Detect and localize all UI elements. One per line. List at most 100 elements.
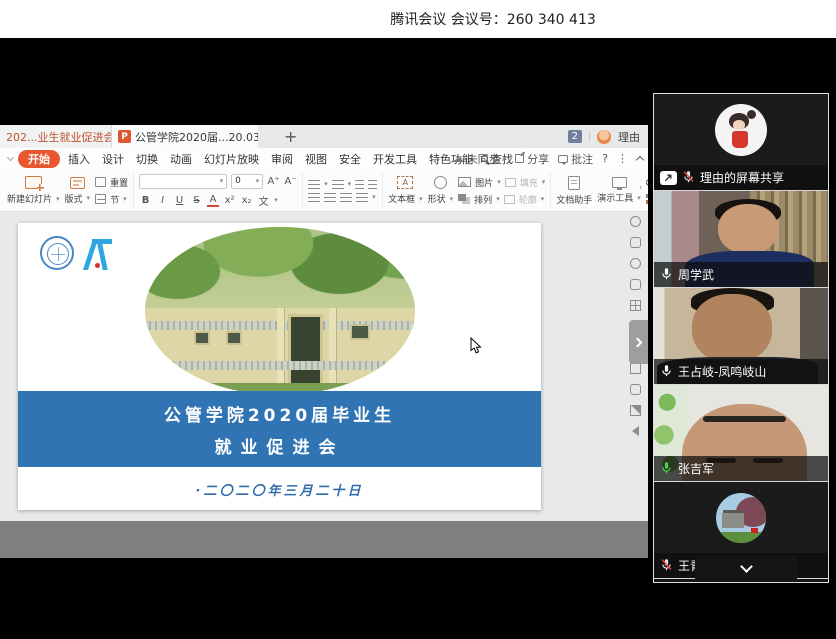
bold-button[interactable]: B xyxy=(139,195,152,206)
panel-image-icon[interactable] xyxy=(630,405,641,416)
strikethrough-button[interactable]: S xyxy=(190,195,203,206)
italic-button[interactable]: I xyxy=(156,195,169,206)
panel-settings-icon[interactable] xyxy=(630,216,641,227)
ribbon-scroll-right[interactable]: › xyxy=(639,183,647,197)
slide-date: ·二〇二〇年三月二十日 xyxy=(18,480,541,499)
font-family-select[interactable]: ▾ xyxy=(139,174,227,189)
participant-name-bar: 张吉军 xyxy=(654,456,828,481)
slide: 公管学院2020届毕业生 就业促进会 ·二〇二〇年三月二十日 xyxy=(18,223,541,510)
panel-design-icon[interactable] xyxy=(630,300,641,311)
arrange-button[interactable]: 排列▾ xyxy=(458,193,500,206)
menu-home[interactable]: 开始 xyxy=(18,150,60,168)
mic-on-icon xyxy=(660,267,673,283)
panel-stickers-icon[interactable] xyxy=(630,258,641,269)
menu-slideshow[interactable]: 幻灯片放映 xyxy=(198,151,265,167)
mic-active-icon xyxy=(660,461,673,477)
picture-icon xyxy=(458,177,471,187)
avatar[interactable] xyxy=(597,130,611,144)
wps-shared-window: 202...业生就业促进会 × P 公管学院2020届...20.03.20） … xyxy=(0,125,648,558)
panel-stamp-icon[interactable] xyxy=(630,279,641,290)
increase-font-button[interactable]: A⁺ xyxy=(267,176,280,187)
section-icon xyxy=(95,194,106,204)
decrease-font-button[interactable]: A⁻ xyxy=(284,176,297,187)
participant-tile-video[interactable]: 周学武 xyxy=(654,191,828,288)
share-button[interactable]: 分享 xyxy=(515,151,549,167)
align-right-icon[interactable] xyxy=(340,193,352,202)
menu-design[interactable]: 设计 xyxy=(96,151,130,167)
subscript-button[interactable]: x₂ xyxy=(240,195,253,206)
text-box-button[interactable]: A 文本框▾ xyxy=(388,176,423,205)
sync-status[interactable]: ☁ 未同步 ▾ xyxy=(453,151,507,167)
help-button[interactable]: ? xyxy=(602,152,608,165)
chevron-down-icon[interactable] xyxy=(7,154,14,161)
fill-button[interactable]: 填充▾ xyxy=(505,176,546,189)
participant-tile-video[interactable]: 王占岐-凤鸣岐山 xyxy=(654,288,828,385)
justify-icon[interactable] xyxy=(356,193,368,202)
new-tab-button[interactable]: + xyxy=(284,129,297,145)
participants-panel: 理由的屏幕共享 周学武 xyxy=(653,93,829,583)
text-effects-button[interactable]: 文 xyxy=(257,193,270,208)
font-size-select[interactable]: 0▾ xyxy=(231,174,263,189)
expand-panel-arrow[interactable] xyxy=(629,320,648,364)
panel-export-icon[interactable] xyxy=(630,363,641,374)
fill-icon xyxy=(505,178,516,187)
bullet-list-icon[interactable] xyxy=(308,180,320,189)
align-center-icon[interactable] xyxy=(324,193,336,202)
account-name[interactable]: 理由 xyxy=(618,129,640,145)
participant-tile-screen-share[interactable]: 理由的屏幕共享 xyxy=(654,94,828,191)
collapse-ribbon-button[interactable] xyxy=(636,155,644,163)
panel-audio-icon[interactable] xyxy=(632,426,639,436)
meeting-title: 腾讯会议 会议号：260 340 413 xyxy=(390,9,596,29)
menu-transition[interactable]: 切换 xyxy=(130,151,164,167)
new-slide-button[interactable]: 新建幻灯片▾ xyxy=(7,176,60,205)
tab-label: 202...业生就业促进会 xyxy=(6,129,112,145)
menu-devtools[interactable]: 开发工具 xyxy=(367,151,423,167)
numbered-list-icon[interactable] xyxy=(332,180,344,189)
caret-down-icon: ▾ xyxy=(503,155,507,163)
doc-assistant-button[interactable]: 文档助手 xyxy=(556,176,592,206)
present-tools-button[interactable]: 演示工具▾ xyxy=(597,177,641,204)
collapse-video-panel-button[interactable] xyxy=(695,556,797,581)
mic-muted-icon xyxy=(660,558,673,574)
menu-review[interactable]: 审阅 xyxy=(265,151,299,167)
document-tab-active[interactable]: P 公管学院2020届...20.03.20） xyxy=(112,125,258,148)
layout-button[interactable]: 版式▾ xyxy=(65,177,91,205)
outline-button[interactable]: 轮廓▾ xyxy=(504,193,545,206)
participant-tile-video[interactable]: 张吉军 xyxy=(654,385,828,482)
menu-view[interactable]: 视图 xyxy=(299,151,333,167)
chevron-down-icon xyxy=(740,560,753,573)
more-menu-button[interactable]: ⋮ xyxy=(617,152,628,165)
shapes-button[interactable]: 形状▾ xyxy=(428,176,454,205)
outline-icon xyxy=(504,195,515,204)
ribbon-group-font: ▾ 0▾ A⁺ A⁻ B I U S A x² x₂ xyxy=(134,172,303,209)
increase-indent-icon[interactable] xyxy=(368,180,377,189)
menu-animation[interactable]: 动画 xyxy=(164,151,198,167)
new-slide-icon xyxy=(25,176,42,189)
document-tab-previous[interactable]: 202...业生就业促进会 × xyxy=(0,125,112,148)
ribbon-group-slides: 新建幻灯片▾ 版式▾ 重置 节 ▾ xyxy=(2,172,134,209)
wps-presentation-icon: P xyxy=(118,130,131,143)
section-button[interactable]: 节 ▾ xyxy=(95,193,128,206)
participant-name-bar: 周学武 xyxy=(654,262,828,287)
college-logo xyxy=(84,238,114,271)
reset-button[interactable]: 重置 xyxy=(95,176,128,189)
panel-comment-icon[interactable] xyxy=(630,384,641,395)
panel-pages-icon[interactable] xyxy=(630,237,641,248)
menu-insert[interactable]: 插入 xyxy=(62,151,96,167)
superscript-button[interactable]: x² xyxy=(223,195,236,206)
align-left-icon[interactable] xyxy=(308,193,320,202)
mic-muted-icon xyxy=(682,170,695,186)
participant-name: 理由的屏幕共享 xyxy=(700,169,784,186)
mouse-cursor xyxy=(470,337,482,359)
university-seal-logo xyxy=(40,236,74,270)
meeting-title-bar: 腾讯会议 会议号：260 340 413 xyxy=(0,0,836,38)
notification-badge[interactable]: 2 xyxy=(568,130,582,143)
menu-security[interactable]: 安全 xyxy=(333,151,367,167)
comment-button[interactable]: 批注 xyxy=(558,151,593,167)
underline-button[interactable]: U xyxy=(173,195,186,206)
font-color-button[interactable]: A xyxy=(207,194,219,207)
reset-icon xyxy=(95,177,106,187)
decrease-indent-icon[interactable] xyxy=(355,180,364,189)
picture-button[interactable]: 图片▾ xyxy=(458,176,501,189)
tab-label: 公管学院2020届...20.03.20） xyxy=(135,129,258,145)
